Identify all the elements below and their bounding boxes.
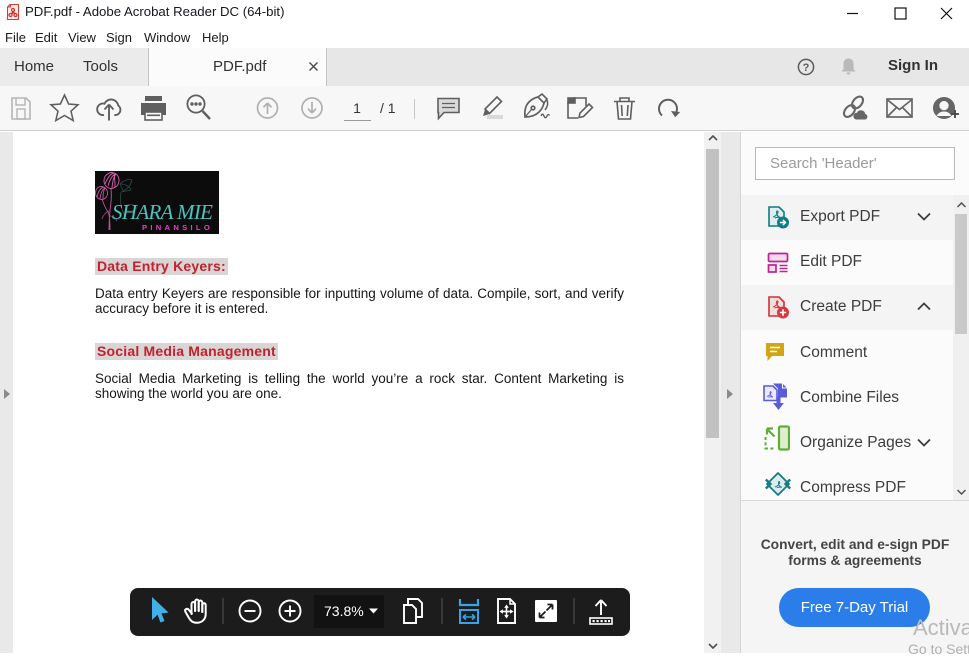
svg-text:73.8%: 73.8% — [324, 603, 364, 619]
svg-text:PINANSILO: PINANSILO — [142, 223, 213, 232]
svg-text:1: 1 — [353, 100, 361, 116]
svg-text:SHARA MIE: SHARA MIE — [112, 200, 213, 224]
svg-text:/ 1: / 1 — [380, 100, 396, 116]
svg-text:?: ? — [803, 62, 810, 74]
